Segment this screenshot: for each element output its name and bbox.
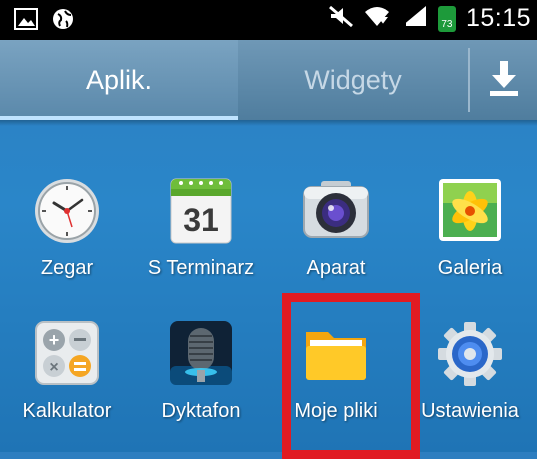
signal-icon: [400, 4, 428, 33]
mute-icon: [328, 4, 354, 33]
clock-icon: [32, 175, 102, 245]
calendar-day: 31: [183, 202, 219, 238]
app-kalkulator[interactable]: + × Kalkulator: [0, 318, 134, 448]
svg-text:+: +: [49, 330, 60, 350]
app-zegar[interactable]: Zegar: [0, 175, 134, 305]
app-s-terminarz[interactable]: 31 S Terminarz: [134, 175, 268, 305]
svg-text:×: ×: [49, 359, 58, 376]
microphone-icon: [166, 318, 236, 388]
globe-icon: [52, 8, 74, 35]
tab-apps-label: Aplik.: [85, 64, 153, 95]
app-label: Zegar: [40, 257, 94, 279]
app-label: Dyktafon: [161, 400, 241, 422]
status-bar: 73 15:15: [0, 0, 537, 40]
gallery-icon: [435, 175, 505, 245]
camera-icon: [301, 175, 371, 245]
download-icon: [487, 59, 521, 102]
app-aparat[interactable]: Aparat: [269, 175, 403, 305]
tab-widgets-label: Widgety: [304, 64, 402, 95]
highlight-box: [282, 293, 420, 459]
gallery-notification-icon: [14, 8, 38, 35]
battery-icon: 73: [437, 5, 456, 32]
app-ustawienia[interactable]: Ustawienia: [403, 318, 537, 448]
settings-gear-icon: [435, 318, 505, 388]
wifi-icon: [364, 4, 390, 33]
app-label: Aparat: [306, 257, 366, 279]
download-button[interactable]: [470, 40, 537, 120]
app-galeria[interactable]: Galeria: [403, 175, 537, 305]
calculator-icon: + ×: [32, 318, 102, 388]
app-dyktafon[interactable]: Dyktafon: [134, 318, 268, 448]
tab-bar: Aplik. Widgety: [0, 40, 537, 120]
tab-bar-shadow: [0, 120, 537, 126]
app-label: Galeria: [437, 257, 503, 279]
app-label: Kalkulator: [22, 400, 112, 422]
clock-time: 15:15: [465, 4, 531, 32]
tab-widgets[interactable]: Widgety: [238, 40, 468, 120]
calendar-icon: 31: [166, 175, 236, 245]
app-label: S Terminarz: [147, 257, 255, 279]
tab-apps[interactable]: Aplik.: [0, 40, 238, 120]
battery-level: 73: [441, 18, 453, 30]
